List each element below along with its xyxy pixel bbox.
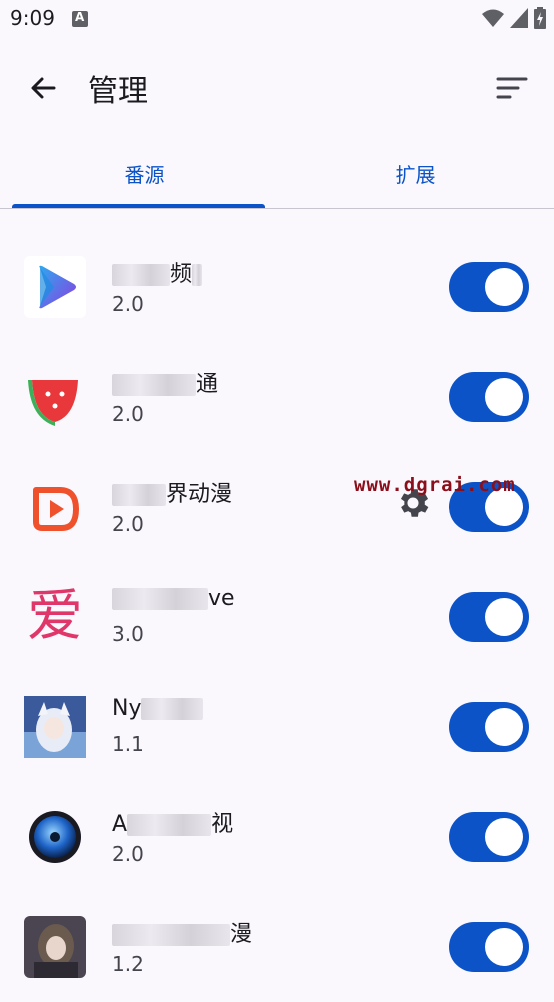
tab-bar: 番源 扩展 (0, 140, 554, 209)
source-name: A视 (112, 812, 234, 837)
list-item[interactable]: 爱 ve 3.0 (0, 562, 554, 672)
toggle-knob (485, 818, 523, 856)
source-name: Ny (112, 696, 204, 721)
source-name: 频 (112, 256, 203, 288)
back-arrow-icon (31, 77, 56, 99)
love-glyph: 爱 (27, 586, 83, 648)
source-version: 1.1 (112, 732, 144, 756)
sort-button[interactable] (494, 70, 530, 106)
disc-icon (24, 806, 86, 868)
watermark: www.dgrai.com (354, 474, 516, 496)
tab-extensions[interactable]: 扩展 (283, 140, 548, 206)
anime-portrait-icon (24, 916, 86, 978)
source-version: 2.0 (112, 842, 144, 866)
source-toggle[interactable] (449, 922, 529, 972)
source-version: 1.2 (112, 952, 144, 976)
sort-icon (496, 77, 528, 99)
source-toggle[interactable] (449, 702, 529, 752)
system-icons (482, 7, 546, 29)
source-toggle[interactable] (449, 262, 529, 312)
anime-girl-icon (24, 696, 86, 758)
source-version: 2.0 (112, 292, 144, 316)
source-version: 3.0 (112, 622, 144, 646)
list-item[interactable]: 漫 1.2 (0, 892, 554, 1002)
battery-icon (534, 7, 546, 29)
list-item[interactable]: 界动漫 2.0 (0, 452, 554, 562)
source-toggle[interactable] (449, 812, 529, 862)
wifi-icon (482, 9, 504, 27)
toggle-knob (485, 598, 523, 636)
notification-icon (72, 10, 88, 27)
top-app-bar: 管理 (0, 48, 554, 128)
orange-play-icon (24, 476, 86, 538)
source-toggle[interactable] (449, 592, 529, 642)
toggle-knob (485, 928, 523, 966)
tab-sources[interactable]: 番源 (12, 140, 277, 206)
love-character-icon: 爱 (24, 586, 86, 648)
back-button[interactable] (24, 68, 64, 108)
status-bar: 9:09 (0, 0, 554, 38)
signal-icon (510, 8, 528, 28)
source-name: ve (112, 586, 235, 611)
list-item[interactable]: 频 2.0 (0, 232, 554, 342)
source-name: 漫 (112, 916, 252, 948)
tab-indicator (12, 204, 265, 208)
toggle-knob (485, 708, 523, 746)
source-version: 2.0 (112, 512, 144, 536)
list-item[interactable]: A视 2.0 (0, 782, 554, 892)
list-item[interactable]: Ny 1.1 (0, 672, 554, 782)
toggle-knob (485, 268, 523, 306)
watermelon-icon (24, 366, 86, 428)
source-toggle[interactable] (449, 372, 529, 422)
source-version: 2.0 (112, 402, 144, 426)
status-time: 9:09 (10, 6, 55, 30)
toggle-knob (485, 378, 523, 416)
play-triangle-icon (24, 256, 86, 318)
source-name: 通 (112, 366, 218, 398)
page-title: 管理 (88, 74, 148, 109)
source-name: 界动漫 (112, 476, 232, 508)
list-item[interactable]: 通 2.0 (0, 342, 554, 452)
